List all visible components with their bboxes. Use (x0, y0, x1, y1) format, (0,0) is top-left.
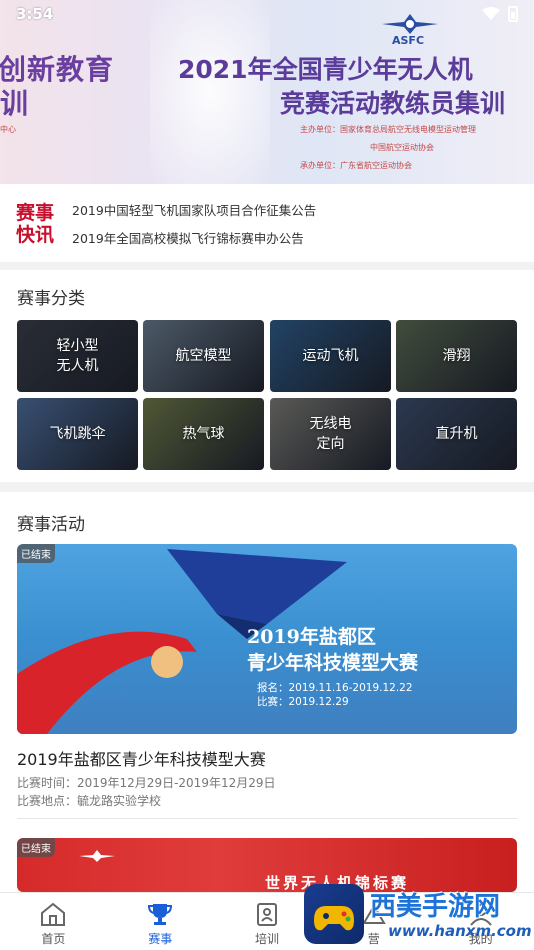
wifi-icon (482, 7, 500, 20)
divider (17, 818, 517, 819)
category-tile[interactable]: 轻小型 无人机 (17, 320, 138, 392)
news-badge-line2: 快讯 (16, 224, 55, 246)
banner-host-line: 主办单位：国家体育总局航空无线电模型运动管理 (300, 125, 476, 134)
news-badge: 赛事 快讯 (16, 202, 60, 246)
category-label: 热气球 (183, 424, 225, 444)
poster-title: 2019年盐都区 (247, 626, 376, 648)
banner-logo-text: ASFC (392, 34, 425, 47)
trophy-icon (148, 904, 173, 925)
activity-section: 赛事活动 已结束 2019年盐都区 青少年科技模型大赛 报名：2019.11.1… (0, 492, 534, 892)
status-time: 3:54 (16, 5, 54, 23)
poster-match-date: 比赛：2019.12.29 (257, 696, 349, 708)
activity-place: 比赛地点：毓龙路实验学校 (17, 794, 162, 808)
category-label: 航空模型 (176, 346, 232, 366)
category-tile[interactable]: 滑翔 (396, 320, 517, 392)
category-label-line1: 直升机 (435, 426, 478, 442)
site-watermark: 西美手游网 www.hanxm.com (300, 880, 534, 950)
category-tile[interactable]: 热气球 (143, 398, 264, 470)
activity-title[interactable]: 2019年盐都区青少年科技模型大赛 (17, 746, 266, 770)
category-label: 运动飞机 (303, 346, 359, 366)
category-label: 滑翔 (443, 346, 471, 366)
banner-organizer-line: 承办单位：广东省航空运动协会 (300, 161, 412, 170)
activity-time: 比赛时间：2019年12月29日-2019年12月29日 (17, 776, 276, 790)
poster-signup-date: 报名：2019.11.16-2019.12.22 (257, 682, 413, 694)
status-bar: 3:54 (0, 0, 534, 28)
top-banner[interactable]: 3:54 ASFC 创新教育 训 2021年全国青少年无人机 竞赛活动教练员集训… (0, 0, 534, 184)
category-label-line1: 无线电 (309, 416, 352, 432)
tab-label: 培训 (254, 932, 279, 946)
category-tile[interactable]: 直升机 (396, 398, 517, 470)
category-label: 轻小型 无人机 (57, 336, 99, 376)
category-tile[interactable]: 航空模型 (143, 320, 264, 392)
news-badge-line1: 赛事 (16, 202, 55, 224)
asfc-logo-icon (79, 850, 115, 862)
poster-subtitle: 青少年科技模型大赛 (247, 652, 419, 674)
section-title-categories: 赛事分类 (17, 289, 85, 309)
category-label-line1: 飞机跳伞 (49, 426, 106, 442)
banner-main-subtitle: 竞赛活动教练员集训 (280, 89, 506, 118)
category-label-line1: 轻小型 (56, 338, 99, 354)
battery-icon (508, 6, 518, 22)
category-tile[interactable]: 无线电 定向 (270, 398, 391, 470)
category-label: 无线电 定向 (310, 414, 352, 454)
news-item[interactable]: 2019年全国高校模拟飞行锦标赛申办公告 (72, 228, 304, 247)
watermark-url: www.hanxm.com (388, 922, 532, 940)
status-badge: 已结束 (17, 838, 55, 857)
category-label-line2: 无人机 (56, 358, 99, 374)
banner-host-line2: 中国航空运动协会 (370, 143, 434, 152)
category-section: 赛事分类 轻小型无人机 航空模型 运动飞机 滑翔飞机跳伞 热气球 无线电定向 直升机 (0, 270, 534, 482)
section-title-activities: 赛事活动 (17, 515, 85, 535)
tab-label: 赛事 (148, 932, 173, 946)
category-label: 直升机 (436, 424, 478, 444)
gamepad-logo-icon (304, 884, 364, 944)
news-flash: 赛事 快讯 2019中国轻型飞机国家队项目合作征集公告 2019年全国高校模拟飞… (0, 184, 534, 262)
status-icons (482, 6, 518, 22)
watermark-title: 西美手游网 (370, 892, 501, 922)
banner-main-title: 2021年全国青少年无人机 (178, 55, 473, 84)
category-tile[interactable]: 飞机跳伞 (17, 398, 138, 470)
training-icon (256, 903, 277, 926)
category-label: 飞机跳伞 (50, 424, 106, 444)
activity-poster[interactable]: 已结束 2019年盐都区 青少年科技模型大赛 报名：2019.11.16-201… (17, 544, 517, 734)
tab-label: 首页 (41, 932, 66, 946)
banner-left-sub: 训 (0, 87, 29, 120)
home-icon (41, 902, 66, 926)
category-label-line1: 航空模型 (175, 348, 232, 364)
news-item[interactable]: 2019中国轻型飞机国家队项目合作征集公告 (72, 200, 316, 219)
category-label-line1: 运动飞机 (302, 348, 359, 364)
tab-events[interactable]: 赛事 (107, 893, 214, 950)
status-badge: 已结束 (17, 544, 55, 563)
category-label-line1: 热气球 (182, 426, 225, 442)
tab-home[interactable]: 首页 (0, 893, 107, 950)
banner-center-note: 中心 (0, 125, 16, 134)
category-tile[interactable]: 运动飞机 (270, 320, 391, 392)
category-label-line1: 滑翔 (442, 348, 471, 364)
category-label-line2: 定向 (316, 436, 345, 452)
